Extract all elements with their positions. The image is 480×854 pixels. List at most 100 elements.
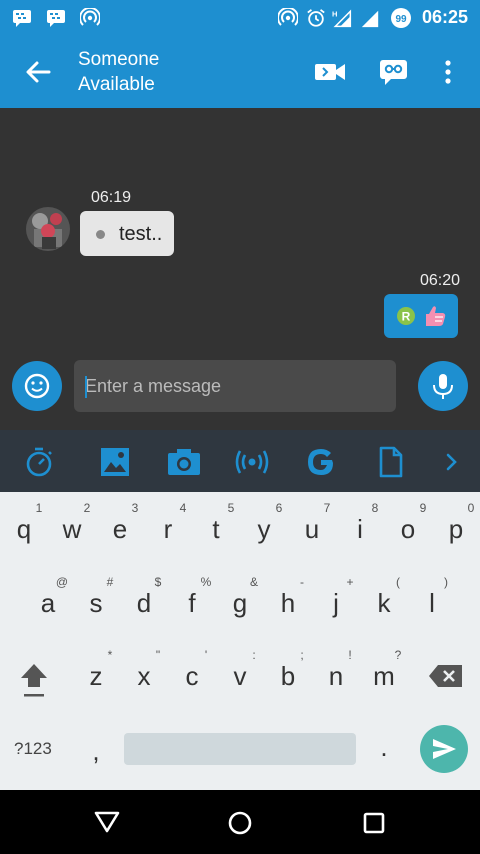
nav-home-button[interactable] [225, 808, 255, 838]
backspace-key[interactable] [426, 660, 466, 692]
file-button[interactable] [374, 445, 408, 478]
emoji-button[interactable] [12, 361, 62, 411]
key-x[interactable]: x [122, 661, 166, 692]
key-j[interactable]: j [314, 588, 358, 619]
signal-icon [360, 8, 380, 28]
broadcast-button[interactable] [234, 445, 269, 477]
key-q[interactable]: q [2, 514, 46, 545]
circle-home-icon [228, 811, 252, 835]
key-v[interactable]: v [218, 661, 262, 692]
contact-status: Available [78, 74, 155, 95]
key-l[interactable]: l [410, 588, 454, 619]
avatar[interactable] [26, 207, 70, 251]
contact-name[interactable]: Someone [78, 49, 159, 71]
timed-message-button[interactable] [22, 445, 56, 477]
read-status-dot [96, 230, 105, 239]
key-g[interactable]: g [218, 588, 262, 619]
key-hint: 6 [275, 501, 283, 515]
key-e[interactable]: e [98, 514, 142, 545]
file-icon [379, 446, 403, 478]
key-c[interactable]: c [170, 661, 214, 692]
signal-h-icon: H [332, 8, 352, 28]
key-o[interactable]: o [386, 514, 430, 545]
key-hint: % [200, 575, 212, 589]
key-y[interactable]: y [242, 514, 286, 545]
triangle-back-icon [94, 811, 120, 833]
app-bar: Someone Available [0, 36, 480, 108]
arrow-back-icon [26, 61, 51, 83]
comma-key[interactable]: , [74, 736, 118, 767]
image-icon [101, 448, 129, 476]
key-s[interactable]: s [74, 588, 118, 619]
key-i[interactable]: i [338, 514, 382, 545]
key-a[interactable]: a [26, 588, 70, 619]
key-p[interactable]: p [434, 514, 478, 545]
key-r[interactable]: r [146, 514, 190, 545]
key-m[interactable]: m [362, 661, 406, 692]
key-hint: ? [394, 648, 402, 662]
key-hint: 7 [323, 501, 331, 515]
key-h[interactable]: h [266, 588, 310, 619]
key-f[interactable]: f [170, 588, 214, 619]
key-u[interactable]: u [290, 514, 334, 545]
broadcast-icon [235, 450, 269, 474]
battery-99-icon: 99 [390, 8, 412, 28]
r-read-badge-and-thumbs-up-icon: R [397, 306, 446, 326]
voice-note-button[interactable] [418, 361, 468, 411]
key-hint: 4 [179, 501, 187, 515]
google-icon [308, 449, 333, 475]
nav-recents-button[interactable] [360, 809, 388, 837]
avatar-image-icon [26, 207, 70, 251]
send-key[interactable] [420, 725, 468, 773]
outgoing-message-bubble[interactable]: R [384, 294, 458, 338]
bbm-notification-icon [12, 8, 32, 28]
incoming-message-bubble[interactable]: test.. [80, 211, 174, 256]
hotspot-icon [278, 8, 298, 28]
key-hint: $ [154, 575, 162, 589]
key-t[interactable]: t [194, 514, 238, 545]
nav-back-button[interactable] [92, 808, 122, 836]
shift-icon [21, 664, 47, 697]
key-z[interactable]: z [74, 661, 118, 692]
key-hint: ; [300, 648, 304, 662]
symbols-key[interactable]: ?123 [14, 739, 52, 759]
message-input[interactable] [74, 360, 396, 412]
key-hint: 0 [467, 501, 475, 515]
space-bar[interactable] [124, 733, 356, 765]
key-hint: ) [444, 575, 448, 589]
key-n[interactable]: n [314, 661, 358, 692]
chevron-right-icon [446, 453, 457, 471]
key-hint: ( [396, 575, 400, 589]
key-hint: # [106, 575, 114, 589]
key-hint: 5 [227, 501, 235, 515]
key-b[interactable]: b [266, 661, 310, 692]
smiley-icon [24, 373, 50, 399]
send-icon [433, 739, 456, 759]
video-call-button[interactable] [312, 56, 346, 88]
key-hint: 9 [419, 501, 427, 515]
svg-text:R: R [402, 310, 411, 324]
back-button[interactable] [22, 56, 54, 88]
shift-key[interactable] [14, 658, 54, 698]
backspace-icon [429, 665, 462, 687]
glympse-button[interactable] [377, 56, 411, 88]
key-hint: 1 [35, 501, 43, 515]
overflow-menu-button[interactable] [436, 56, 460, 88]
message-text: test.. [119, 223, 163, 245]
key-k[interactable]: k [362, 588, 406, 619]
gallery-button[interactable] [98, 445, 132, 477]
period-key[interactable]: . [362, 732, 406, 763]
google-search-button[interactable] [304, 445, 338, 477]
key-hint: @ [55, 575, 69, 589]
text-cursor [85, 376, 87, 398]
camera-button[interactable] [166, 445, 200, 477]
key-hint: - [300, 575, 304, 589]
key-w[interactable]: w [50, 514, 94, 545]
square-recents-icon [363, 812, 385, 834]
key-hint: 8 [371, 501, 379, 515]
toolbar-more-button[interactable] [440, 445, 464, 477]
key-hint: * [107, 648, 113, 662]
hotspot-icon [80, 8, 100, 28]
key-d[interactable]: d [122, 588, 166, 619]
message-timestamp: 06:20 [420, 272, 461, 289]
